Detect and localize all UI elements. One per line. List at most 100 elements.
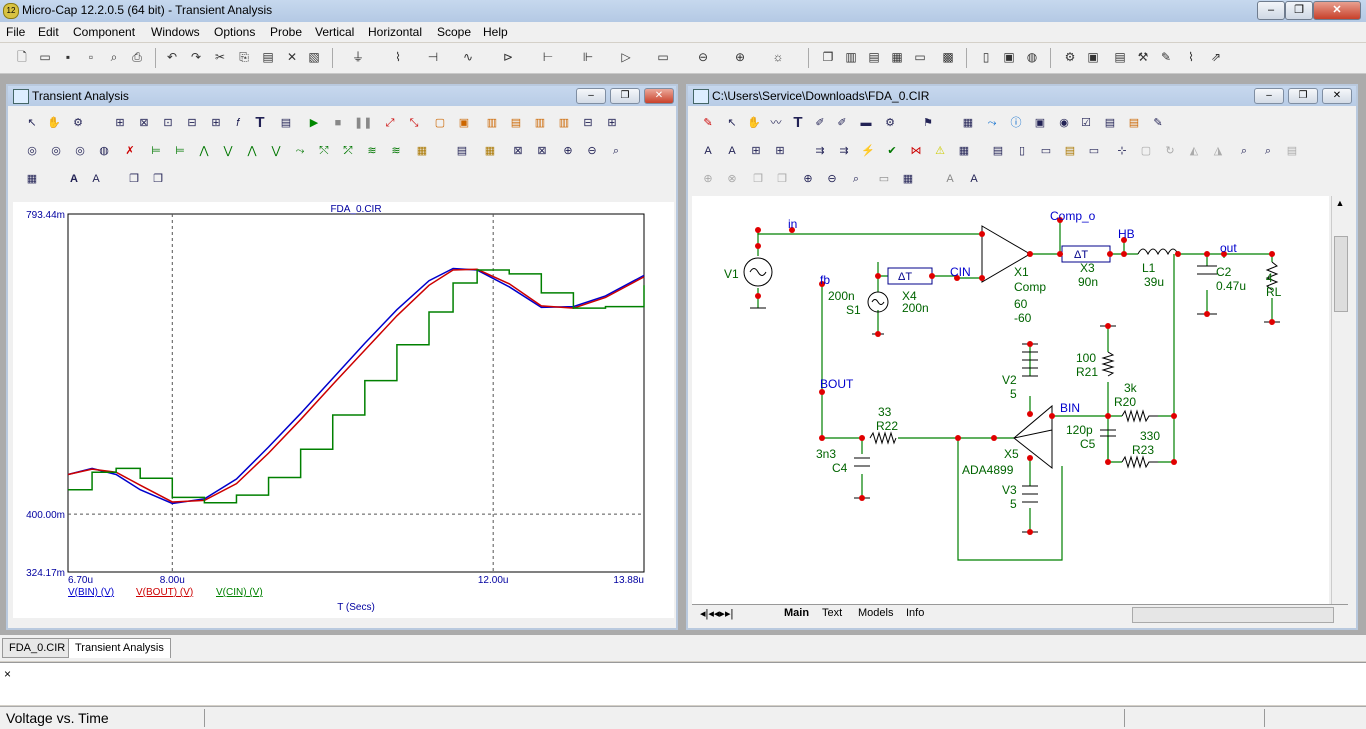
plot-restore-button[interactable]: ❐ <box>610 88 640 104</box>
tile-vertical-icon[interactable]: ▥ <box>843 50 859 65</box>
plot-close-button[interactable]: ✕ <box>644 88 674 104</box>
grid-toggle-icon[interactable]: ▢ <box>432 115 448 131</box>
peak-icon[interactable]: ⋀ <box>196 143 212 159</box>
schem-pan-icon[interactable]: ✋ <box>746 115 762 131</box>
menu-component[interactable]: Component <box>73 25 135 39</box>
menu-vertical[interactable]: Vertical <box>315 25 354 39</box>
tab-nav-first-icon[interactable]: ◂|◂◂▸▸| <box>700 607 733 620</box>
page-icon[interactable]: ▤ <box>990 143 1006 159</box>
close-pane-icon[interactable]: × <box>4 667 11 681</box>
cursor-mode-icon[interactable]: ⤢ <box>382 115 398 131</box>
warning-icon[interactable]: ⚠ <box>932 143 948 159</box>
layout-d-icon[interactable]: ▥ <box>556 115 572 131</box>
grid-text-icon[interactable]: ▤ <box>1126 115 1142 131</box>
schematic-restore-button[interactable]: ❐ <box>1288 88 1318 104</box>
scale-icon[interactable]: ⊞ <box>112 115 128 131</box>
find-icon[interactable]: ⌕ <box>1236 143 1252 159</box>
dup-icon[interactable]: ❐ <box>774 171 790 187</box>
title-block-icon[interactable]: ▤ <box>1062 143 1078 159</box>
page-c-icon[interactable]: ▭ <box>1038 143 1054 159</box>
menu-windows[interactable]: Windows <box>151 25 200 39</box>
mosfet-icon[interactable]: ⊩ <box>580 50 596 65</box>
remove-icon[interactable]: ⊗ <box>724 171 740 187</box>
replace-icon[interactable]: ⌕ <box>1260 143 1276 159</box>
conditions-icon[interactable]: ⇉ <box>836 143 852 159</box>
print-icon[interactable]: ⎙ <box>129 50 145 65</box>
power-icon[interactable]: ⇉ <box>812 143 828 159</box>
tab-text[interactable]: Text <box>822 607 842 619</box>
fx-icon[interactable]: 𝑓 <box>230 115 246 131</box>
doc-icon[interactable]: ▯ <box>978 50 994 65</box>
schem-zoom-fit-icon[interactable]: ⌕ <box>848 171 864 187</box>
inductor-icon[interactable]: ∿ <box>460 50 476 65</box>
pan-hand-icon[interactable]: ✋ <box>46 115 62 131</box>
tool-c-icon[interactable]: ▤ <box>1112 50 1128 65</box>
analysis-plot-icon[interactable]: ⌇ <box>1183 50 1199 65</box>
view-icon[interactable]: ⊟ <box>184 115 200 131</box>
split-h-icon[interactable]: ⊟ <box>580 115 596 131</box>
find-low-icon[interactable]: ◍ <box>96 143 112 159</box>
paste-icon[interactable]: ▤ <box>260 50 276 65</box>
tool-d-icon[interactable]: ⚒ <box>1135 50 1151 65</box>
tool-e-icon[interactable]: ✎ <box>1158 50 1174 65</box>
schem-props-icon[interactable]: ⚙ <box>882 115 898 131</box>
text-replace-icon[interactable]: ▤ <box>1284 143 1300 159</box>
attrs-icon[interactable]: ▤ <box>1102 115 1118 131</box>
data-point-icon[interactable]: ▦ <box>414 143 430 159</box>
graphics-icon[interactable]: ▬ <box>858 115 874 131</box>
menu-help[interactable]: Help <box>483 25 508 39</box>
zoom-view-icon[interactable]: ⊞ <box>208 115 224 131</box>
layout-a-icon[interactable]: ▥ <box>484 115 500 131</box>
tool-b-icon[interactable]: ▣ <box>1085 50 1101 65</box>
doc-tab-circuit[interactable]: FDA_0.CIR <box>2 638 73 658</box>
component-mode-icon[interactable]: ✎ <box>700 115 716 131</box>
save-icon[interactable]: ▪ <box>60 50 76 65</box>
select-arrow-icon[interactable]: ↖ <box>24 115 40 131</box>
opamp-icon[interactable]: ▷ <box>618 50 634 65</box>
probe-tool-icon[interactable]: ⇗ <box>1208 50 1224 65</box>
capacitor-icon[interactable]: ⊣ <box>425 50 441 65</box>
tile-horizontal-icon[interactable]: ▤ <box>866 50 882 65</box>
group-icon[interactable]: ⊹ <box>1114 143 1130 159</box>
flag-icon[interactable]: ⚑ <box>920 115 936 131</box>
minor-grid-icon[interactable]: ▣ <box>456 115 472 131</box>
find-peak-icon[interactable]: ◎ <box>24 143 40 159</box>
info-icon[interactable]: ⓘ <box>1008 115 1024 131</box>
grid-icon[interactable]: ▦ <box>956 143 972 159</box>
tracker-icon[interactable]: ⤡ <box>406 115 422 131</box>
schematic-close-button[interactable]: ✕ <box>1322 88 1352 104</box>
run-icon[interactable]: ▶ <box>306 115 322 131</box>
schematic-minimize-button[interactable]: – <box>1254 88 1284 104</box>
menu-edit[interactable]: Edit <box>38 25 59 39</box>
tool-a-icon[interactable]: ⚙ <box>1062 50 1078 65</box>
lamp-icon[interactable]: ☼ <box>770 50 786 65</box>
bring-front-icon[interactable]: ❐ <box>126 171 142 187</box>
redo-icon[interactable]: ↷ <box>188 50 204 65</box>
schem-zoom-out-icon[interactable]: ⊖ <box>824 171 840 187</box>
lightning-icon[interactable]: ⚡ <box>860 143 876 159</box>
send-back-icon[interactable]: ❐ <box>150 171 166 187</box>
scroll-up-icon[interactable]: ▲ <box>1334 198 1346 212</box>
tab-models[interactable]: Models <box>858 607 893 619</box>
edit-icon[interactable]: ✎ <box>1150 115 1166 131</box>
window-icon[interactable]: ▭ <box>912 50 928 65</box>
stepping-icon[interactable]: ▤ <box>278 115 294 131</box>
wire-icon[interactable]: ✐ <box>812 115 828 131</box>
restore-limits-icon[interactable]: ⊡ <box>160 115 176 131</box>
scroll-thumb[interactable] <box>1334 236 1348 312</box>
menu-options[interactable]: Options <box>214 25 255 39</box>
ground-icon[interactable]: ⏚ <box>350 50 366 65</box>
command-area[interactable]: × <box>0 662 1366 705</box>
flip-y-icon[interactable]: ◮ <box>1210 143 1226 159</box>
zoom-in-icon[interactable]: ⊕ <box>560 143 576 159</box>
close-button[interactable]: ✕ <box>1313 1 1361 20</box>
check-icon[interactable]: ✔ <box>884 143 900 159</box>
bottom-icon[interactable]: ≋ <box>388 143 404 159</box>
cursor-b-icon[interactable]: ⊨ <box>172 143 188 159</box>
add-icon[interactable]: ⊕ <box>700 171 716 187</box>
globe-icon[interactable]: ◍ <box>1024 50 1040 65</box>
numeric-output-icon[interactable]: ▤ <box>454 143 470 159</box>
voltages-icon[interactable]: ⊞ <box>748 143 764 159</box>
node-names-icon[interactable]: A <box>700 143 716 159</box>
menu-scope[interactable]: Scope <box>437 25 471 39</box>
